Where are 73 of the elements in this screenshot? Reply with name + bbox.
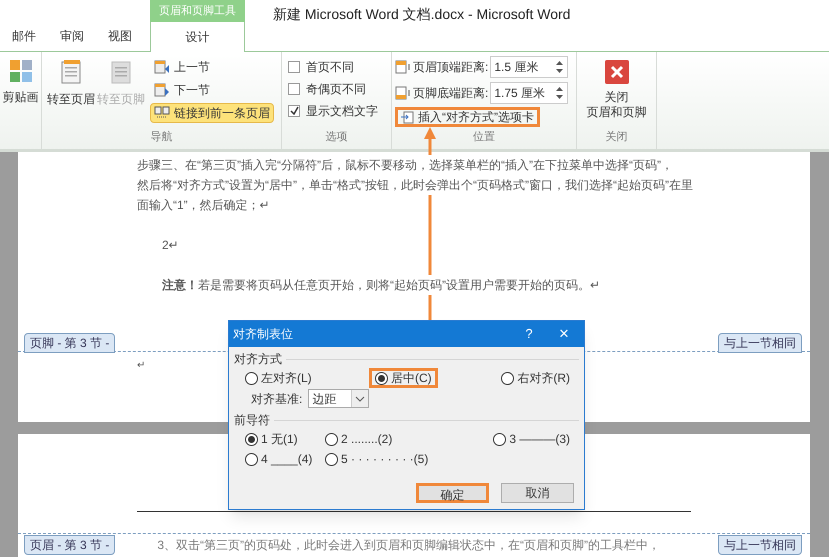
- group-label: 选项: [324, 130, 348, 145]
- radio-option[interactable]: 居中(C): [369, 368, 438, 388]
- same-as-previous-label: 与上一节相同: [718, 333, 802, 353]
- margin-icon: [395, 60, 411, 74]
- page-icon: [61, 60, 81, 84]
- group-label: 关闭: [604, 130, 628, 145]
- radio-option[interactable]: 右对齐(R): [495, 368, 576, 388]
- header-section-label: 页眉 - 第 3 节 -: [24, 534, 116, 554]
- checkbox[interactable]: [288, 60, 300, 72]
- body-paragraph: 然后将“对齐方式”设置为“居中”，单击“格式”按钮，此时会弹出个“页码格式”窗口，我们选择“起始页码”在里: [137, 175, 693, 195]
- radio-button[interactable]: [245, 432, 258, 446]
- radio-option[interactable]: 3 ———(3): [487, 429, 576, 449]
- margin-icon: [395, 86, 411, 100]
- clipart-icon: [10, 60, 32, 82]
- checkbox[interactable]: [288, 104, 300, 116]
- ribbon-tab[interactable]: 邮件: [0, 21, 48, 51]
- spinner-arrows-icon: [556, 60, 564, 74]
- section-label: 前导符: [234, 412, 270, 429]
- radio-option[interactable]: 左对齐(L): [239, 368, 369, 388]
- field-label: 页眉顶端距离:: [413, 59, 488, 76]
- help-button[interactable]: ?: [514, 324, 544, 344]
- chevron-down-icon: [351, 390, 368, 407]
- radio-button[interactable]: [501, 372, 514, 384]
- ribbon-tab[interactable]: 审阅: [48, 21, 96, 51]
- contextual-tab-group-label: 页眉和页脚工具: [150, 0, 245, 22]
- option-checkbox[interactable]: 首页不同: [288, 58, 378, 75]
- field-label: 页脚底端距离:: [413, 85, 488, 102]
- dropdown[interactable]: 边距: [308, 389, 370, 408]
- radio-option[interactable]: 4 ____(4): [239, 449, 319, 469]
- ribbon-tab[interactable]: 设计: [150, 22, 245, 52]
- footer-section-label: 页脚 - 第 3 节 -: [24, 333, 116, 353]
- radio-button[interactable]: [245, 372, 258, 384]
- spin-field[interactable]: 1.75 厘米: [490, 82, 568, 104]
- dialog-button[interactable]: 取消: [501, 483, 574, 503]
- radio-option[interactable]: 5 · · · · · · · · ·(5): [319, 449, 469, 469]
- window-title: 新建 Microsoft Word 文档.docx - Microsoft Word: [273, 5, 570, 24]
- spinner-arrows-icon: [556, 86, 564, 100]
- dialog-button[interactable]: 确定: [416, 483, 489, 503]
- linked-pages-icon: [154, 106, 170, 120]
- checkbox[interactable]: [288, 82, 300, 94]
- spin-field[interactable]: 1.5 厘米: [490, 56, 568, 78]
- nav-button[interactable]: 链接到前一条页眉: [150, 103, 274, 123]
- insert-tab-button[interactable]: 插入“对齐方式”选项卡: [395, 107, 540, 127]
- insert-tab-icon: [401, 110, 414, 124]
- ribbon-tab[interactable]: 视图: [96, 21, 144, 51]
- nav-button[interactable]: 上一节: [150, 57, 274, 77]
- radio-button[interactable]: [375, 372, 388, 384]
- field-label: 对齐基准:: [251, 390, 302, 408]
- dialog-title: 对齐制表位: [233, 326, 293, 343]
- group-label: 位置: [472, 130, 496, 145]
- large-button[interactable]: 转至页眉: [46, 52, 96, 129]
- page-icon: [111, 60, 131, 84]
- close-button[interactable]: ×: [544, 321, 584, 347]
- option-checkbox[interactable]: 显示文档文字: [288, 102, 378, 119]
- section-label: 对齐方式: [234, 351, 282, 368]
- nav-button[interactable]: 下一节: [150, 80, 274, 100]
- radio-option[interactable]: 1 无(1): [239, 429, 319, 449]
- body-paragraph: 3、双击“第三页”的页码处，此时会进入到页眉和页脚编辑状态中，在“页眉和页脚”的工具栏中，: [157, 536, 660, 554]
- clipart-button[interactable]: 剪贴画: [0, 52, 41, 149]
- radio-button[interactable]: [325, 432, 338, 446]
- section-arrow-icon: [154, 83, 170, 97]
- option-checkbox[interactable]: 奇偶页不同: [288, 80, 378, 97]
- close-icon: [604, 60, 628, 84]
- radio-button[interactable]: [493, 432, 506, 446]
- body-paragraph: 注意！若是需要将页码从任意页开始，则将“起始页码”设置用户需要开始的页码。↵: [162, 275, 600, 295]
- radio-button[interactable]: [245, 452, 258, 466]
- section-arrow-icon: [154, 60, 170, 74]
- close-header-footer-button[interactable]: 关闭 页眉和页脚: [577, 52, 656, 129]
- radio-option[interactable]: 2 ........(2): [319, 429, 469, 449]
- same-as-previous-label: 与上一节相同: [718, 534, 802, 554]
- paragraph-mark: ↵: [137, 359, 145, 373]
- group-label: 导航: [150, 130, 174, 145]
- radio-button[interactable]: [325, 452, 338, 466]
